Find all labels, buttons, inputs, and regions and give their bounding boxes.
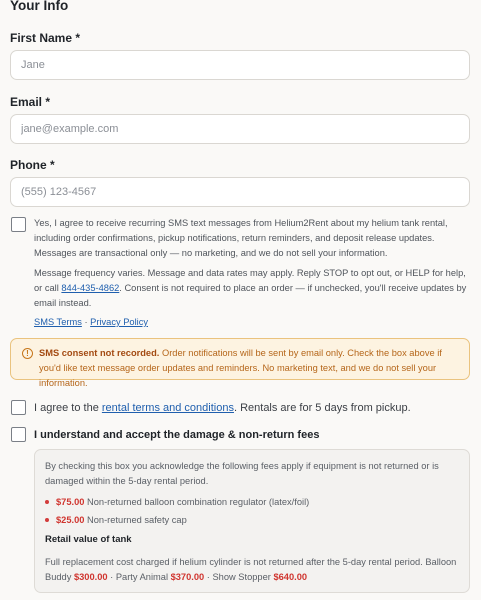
tank-separator: · Show Stopper	[204, 572, 274, 582]
fee-description: Non-returned safety cap	[84, 515, 187, 525]
rental-terms-before: I agree to the	[34, 402, 102, 414]
sms-consent-alert: ! SMS consent not recorded. Order notifi…	[10, 338, 470, 388]
rental-terms-checkbox[interactable]	[11, 400, 26, 415]
damage-fees-checkbox[interactable]	[11, 427, 26, 442]
privacy-policy-link[interactable]: Privacy Policy	[90, 317, 148, 327]
rental-terms-after: . Rentals are for 5 days from pickup.	[233, 402, 411, 414]
retail-value-title: Retail value of tank	[45, 534, 132, 545]
damage-fees-label: I understand and accept the damage & non…	[34, 429, 320, 441]
fees-intro: By checking this box you acknowledge the…	[45, 461, 439, 486]
alert-message: SMS consent not recorded. Order notifica…	[39, 346, 464, 391]
tank-separator: · Party Animal	[107, 572, 171, 582]
bullet-icon	[45, 517, 49, 522]
tank-price: $640.00	[273, 572, 308, 582]
rental-terms-label: I agree to the rental terms and conditio…	[34, 402, 411, 414]
first-name-label: First Name *	[10, 31, 81, 45]
support-phone-link[interactable]: 844-435-4862	[61, 283, 119, 293]
tank-price: $300.00	[73, 572, 108, 582]
retail-value-text: Full replacement cost charged if helium …	[45, 555, 465, 585]
sms-consent-text: Yes, I agree to receive recurring SMS te…	[34, 218, 448, 258]
bullet-icon	[45, 499, 49, 504]
fee-item: $25.00 Non-returned safety cap	[45, 515, 187, 525]
tank-price: $370.00	[170, 572, 205, 582]
first-name-input[interactable]	[10, 50, 470, 80]
sms-consent-details: Message frequency varies. Message and da…	[34, 266, 470, 311]
fee-price: $25.00	[56, 515, 85, 525]
email-input[interactable]	[10, 114, 470, 144]
rental-terms-link[interactable]: rental terms and conditions	[102, 402, 234, 414]
fee-price: $75.00	[56, 497, 85, 507]
alert-strong: SMS consent not recorded.	[39, 348, 160, 358]
info-circle-icon: !	[22, 348, 33, 359]
phone-label: Phone *	[10, 158, 55, 172]
fees-info-box: By checking this box you acknowledge the…	[34, 449, 470, 593]
sms-consent-checkbox[interactable]	[11, 217, 26, 232]
fee-description: Non-returned balloon combination regulat…	[84, 497, 310, 507]
sms-terms-link[interactable]: SMS Terms	[34, 317, 82, 327]
sms-policy-links: SMS Terms · Privacy Policy	[34, 317, 148, 327]
fee-item: $75.00 Non-returned balloon combination …	[45, 497, 309, 507]
link-separator: ·	[81, 317, 91, 327]
phone-input[interactable]	[10, 177, 470, 207]
email-label: Email *	[10, 95, 51, 109]
section-title: Your Info	[10, 0, 69, 13]
